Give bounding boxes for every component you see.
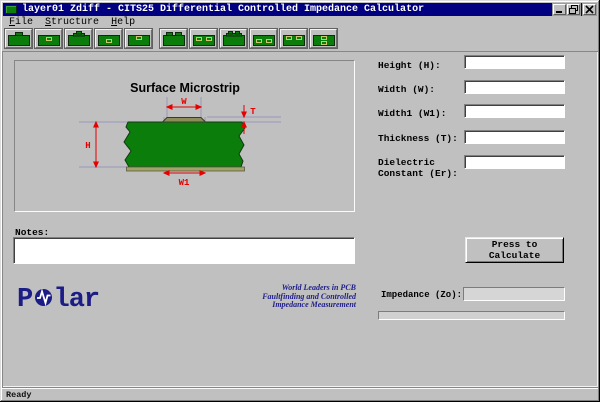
- restore-button[interactable]: [567, 4, 580, 15]
- toolbar-button-stripline[interactable]: [94, 28, 123, 49]
- diagram-title: Surface Microstrip: [130, 81, 240, 95]
- tagline-line-3: Impedance Measurement: [190, 301, 356, 310]
- toolbar-button-broadside-coupled-stripline[interactable]: [309, 28, 338, 49]
- toolbar-button-diff-offset-stripline[interactable]: [279, 28, 308, 49]
- progress-bar: [378, 311, 565, 320]
- surface-microstrip-icon: [5, 29, 32, 48]
- toolbar-button-offset-stripline[interactable]: [124, 28, 153, 49]
- thickness-label: Thickness (T):: [378, 133, 466, 144]
- height-input[interactable]: [464, 55, 565, 69]
- structure-diagram: Surface Microstrip: [15, 61, 354, 211]
- dim-h-label: H: [85, 141, 90, 151]
- tagline: World Leaders in PCB Faultfinding and Co…: [190, 284, 356, 310]
- width1-label: Width1 (W1):: [378, 108, 466, 119]
- height-label: Height (H):: [378, 60, 466, 71]
- trace-shape: [163, 118, 206, 123]
- offset-stripline-icon: [125, 29, 152, 48]
- solder-mask-strip: [127, 167, 245, 171]
- app-window: layer01 Zdiff - CITS25 Differential Cont…: [0, 0, 600, 402]
- dim-t-label: T: [250, 107, 256, 117]
- status-bar: Ready: [2, 387, 598, 400]
- toolbar-button-diff-embedded-microstrip[interactable]: [189, 28, 218, 49]
- width-label: Width (W):: [378, 84, 466, 95]
- minimize-button[interactable]: [553, 4, 566, 15]
- dim-w1-label: W1: [179, 178, 190, 188]
- toolbar-button-coated-microstrip[interactable]: [64, 28, 93, 49]
- status-text: Ready: [6, 390, 32, 400]
- width1-input[interactable]: [464, 104, 565, 118]
- stripline-icon: [95, 29, 122, 48]
- logo-text-lar: lar: [54, 285, 100, 311]
- dielectric-constant-label: Dielectric Constant (Er):: [378, 157, 466, 179]
- substrate-shape: [124, 122, 245, 167]
- broadside-coupled-stripline-icon: [310, 29, 337, 48]
- thickness-input[interactable]: [464, 130, 565, 144]
- dim-w-label: W: [181, 97, 187, 107]
- coated-microstrip-icon: [65, 29, 92, 48]
- impedance-output: [463, 287, 565, 301]
- toolbar-button-embedded-microstrip[interactable]: [34, 28, 63, 49]
- close-icon: [585, 5, 594, 14]
- window-controls: [552, 4, 596, 15]
- calculate-button[interactable]: Press to Calculate: [465, 237, 564, 263]
- restore-icon: [569, 5, 578, 14]
- title-bar[interactable]: layer01 Zdiff - CITS25 Differential Cont…: [3, 3, 597, 16]
- toolbar-button-diff-coated-microstrip[interactable]: [219, 28, 248, 49]
- close-button[interactable]: [583, 4, 596, 15]
- toolbar-button-diff-surface-microstrip[interactable]: [159, 28, 188, 49]
- app-icon[interactable]: [5, 5, 17, 14]
- structure-diagram-panel: Surface Microstrip: [14, 60, 355, 212]
- impedance-label: Impedance (Zo):: [381, 290, 462, 300]
- toolbar-button-surface-microstrip[interactable]: [4, 28, 33, 49]
- notes-input[interactable]: [13, 237, 355, 264]
- polar-logo: P lar: [16, 283, 108, 316]
- embedded-microstrip-icon: [35, 29, 62, 48]
- window-title: layer01 Zdiff - CITS25 Differential Cont…: [22, 3, 424, 16]
- diff-offset-stripline-icon: [280, 29, 307, 48]
- diff-coated-microstrip-icon: [220, 29, 247, 48]
- dielectric-constant-input[interactable]: [464, 155, 565, 169]
- logo-text-p: P: [17, 285, 33, 311]
- structure-toolbar: [4, 28, 339, 49]
- diff-surface-microstrip-icon: [160, 29, 187, 48]
- diff-embedded-microstrip-icon: [190, 29, 217, 48]
- width-input[interactable]: [464, 80, 565, 94]
- toolbar-button-diff-stripline[interactable]: [249, 28, 278, 49]
- minimize-icon: [555, 5, 564, 14]
- diff-stripline-icon: [250, 29, 277, 48]
